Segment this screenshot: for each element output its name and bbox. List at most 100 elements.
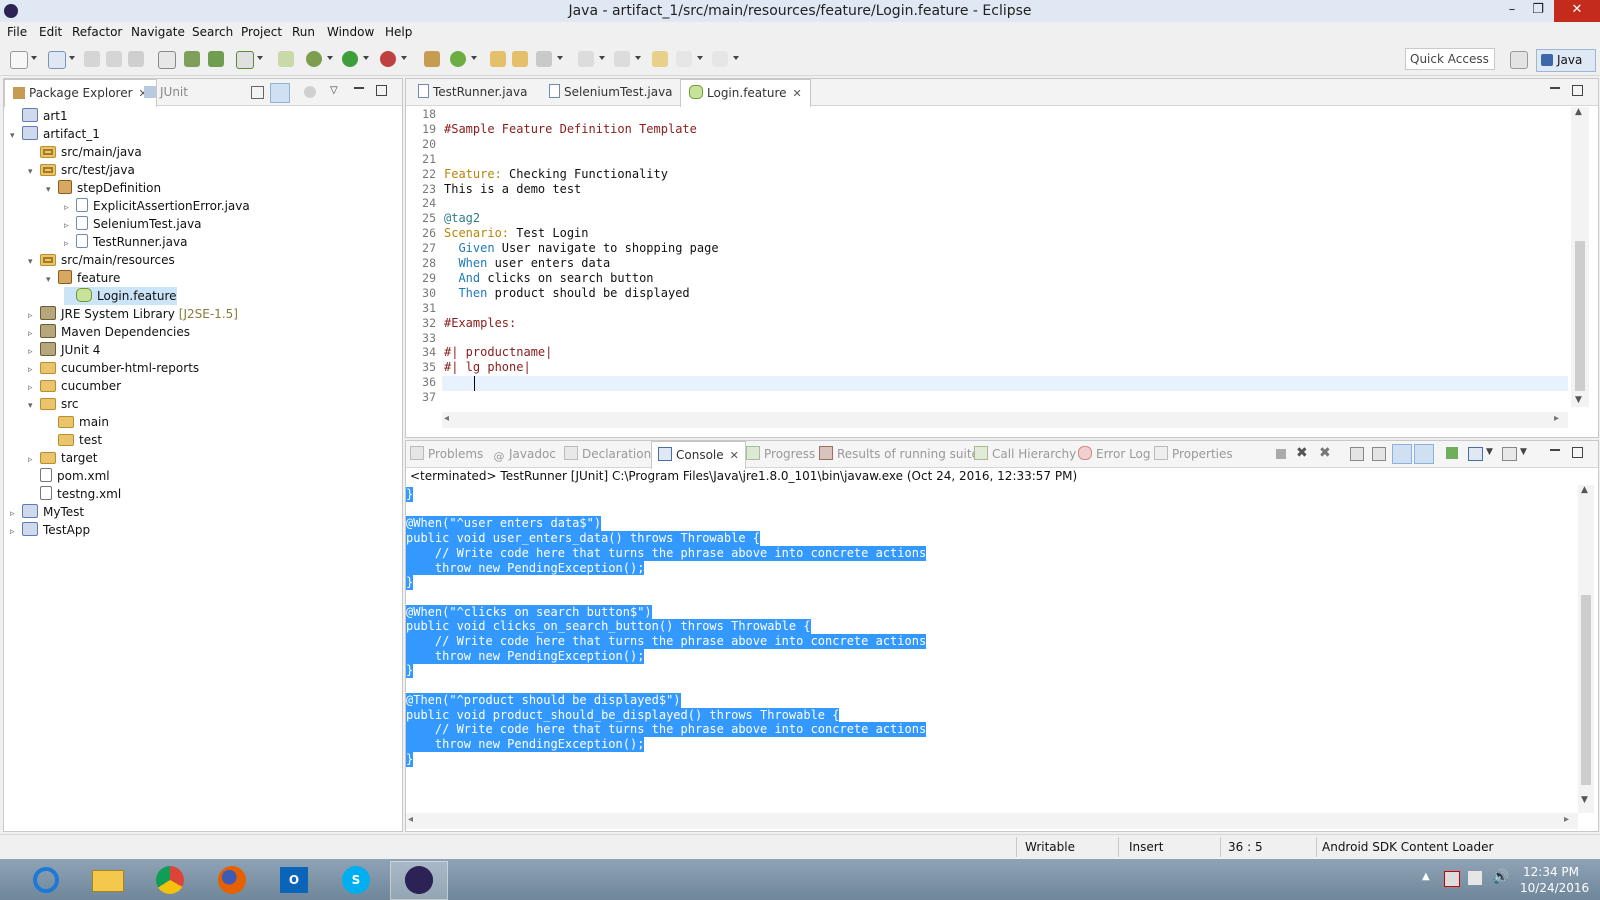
remove-launch-icon[interactable]: ✖ [1296, 445, 1308, 461]
open-folder-icon[interactable] [512, 51, 528, 67]
display-selected-console-icon[interactable] [1468, 447, 1483, 461]
show-on-stderr-icon[interactable] [1414, 444, 1434, 464]
maximize-view-icon[interactable] [1572, 85, 1583, 96]
chevron-up-icon[interactable]: ▲ [1581, 485, 1588, 495]
tree-item[interactable]: ▹ TestApp [10, 521, 90, 539]
expanded-arrow-icon[interactable]: ▾ [28, 397, 40, 415]
chevron-right-icon[interactable]: ▸ [1554, 413, 1559, 424]
editor-vertical-scrollbar[interactable]: ▲ ▼ [1571, 107, 1589, 407]
next-annotation-icon[interactable] [578, 51, 594, 67]
close-button[interactable]: ✕ [1554, 0, 1600, 22]
minimize-view-icon[interactable] [354, 87, 364, 89]
clock-time[interactable]: 12:34 PM [1523, 865, 1579, 879]
tab-declaration[interactable]: Declaration [564, 441, 651, 467]
tree-item[interactable]: ▹ JUnit 4 [28, 341, 100, 359]
chevron-up-icon[interactable]: ▲ [1575, 107, 1582, 117]
firefox-icon[interactable] [204, 861, 260, 898]
skip-breakpoints-icon[interactable] [158, 51, 176, 69]
close-icon[interactable]: ✕ [730, 449, 739, 462]
maximize-view-icon[interactable] [1572, 447, 1583, 458]
chevron-down-icon[interactable]: ▽ [330, 85, 338, 96]
new-icon[interactable] [10, 51, 28, 69]
minimize-view-icon[interactable] [1550, 449, 1560, 451]
chevron-right-icon[interactable]: ▸ [1564, 814, 1569, 825]
chevron-down-icon[interactable]: ▼ [1520, 447, 1527, 457]
tab-problems[interactable]: Problems [410, 441, 483, 467]
tab-javadoc[interactable]: @ Javadoc [493, 441, 556, 467]
chevron-left-icon[interactable]: ◂ [444, 413, 449, 424]
tree-item[interactable]: ▾ stepDefinition [46, 179, 161, 197]
open-type-icon[interactable] [490, 51, 506, 67]
tree-item[interactable]: ▹ target [28, 449, 98, 467]
internet-explorer-icon[interactable] [18, 861, 74, 898]
run-coverage-icon[interactable] [380, 51, 396, 67]
menu-search[interactable]: Search [192, 25, 233, 39]
tab-testrunner[interactable]: TestRunner.java [412, 79, 533, 105]
expanded-arrow-icon[interactable]: ▾ [10, 127, 22, 145]
tree-item[interactable]: pom.xml [28, 467, 110, 485]
menu-edit[interactable]: Edit [39, 25, 62, 39]
new-package-icon[interactable] [424, 51, 440, 67]
tree-item[interactable]: ▹ TestRunner.java [64, 233, 187, 251]
collapse-all-icon[interactable] [251, 86, 264, 99]
restore-button[interactable]: ❐ [1524, 0, 1552, 22]
status-background-task[interactable]: Android SDK Content Loader [1322, 840, 1493, 854]
tab-error-log[interactable]: Error Log [1078, 441, 1151, 467]
clear-console-icon[interactable] [1350, 447, 1364, 461]
minimize-button[interactable]: – [1498, 0, 1526, 22]
console-horizontal-scrollbar[interactable]: ◂ ▸ [406, 813, 1578, 829]
menu-navigate[interactable]: Navigate [131, 25, 185, 39]
scroll-thumb[interactable] [1575, 241, 1585, 391]
scroll-lock-icon[interactable] [1372, 447, 1386, 461]
tree-item[interactable]: ▹ cucumber [28, 377, 121, 395]
tree-item[interactable]: ▾ feature [46, 269, 120, 287]
tree-item[interactable]: ▹ JRE System Library [J2SE-1.5] [28, 305, 238, 323]
console-vertical-scrollbar[interactable]: ▲ ▼ [1578, 485, 1594, 813]
tree-item[interactable]: ▹ Maven Dependencies [28, 323, 190, 341]
tree-item[interactable]: art1 [10, 107, 68, 125]
tree-item[interactable]: ▾ artifact_1 [10, 125, 100, 143]
tab-progress[interactable]: Progress [746, 441, 815, 467]
chevron-down-icon[interactable]: ▼ [1575, 395, 1582, 405]
close-icon[interactable]: ✕ [793, 87, 802, 100]
skype-icon[interactable]: S [328, 861, 384, 898]
open-console-icon[interactable] [1502, 447, 1517, 461]
forward-icon[interactable] [712, 51, 728, 67]
save-icon[interactable] [84, 51, 100, 67]
menu-refactor[interactable]: Refactor [72, 25, 122, 39]
tab-login-feature[interactable]: Login.feature ✕ [680, 79, 811, 107]
eclipse-icon[interactable] [390, 861, 448, 900]
run-icon[interactable] [342, 51, 358, 67]
tree-item[interactable]: ▹ SeleniumTest.java [64, 215, 202, 233]
menu-file[interactable]: File [7, 25, 27, 39]
tree-item[interactable]: ▾ src/test/java [28, 161, 135, 179]
maximize-view-icon[interactable] [376, 85, 387, 96]
expanded-arrow-icon[interactable]: ▾ [46, 181, 58, 199]
show-on-stdout-icon[interactable] [1392, 444, 1412, 464]
pin-console-icon[interactable] [1446, 447, 1458, 459]
back-icon[interactable] [676, 51, 692, 67]
chevron-down-icon[interactable]: ▼ [1581, 795, 1588, 805]
tree-item[interactable]: main [46, 413, 109, 431]
print-icon[interactable] [128, 51, 144, 67]
tree-item[interactable]: test [46, 431, 102, 449]
chevron-left-icon[interactable]: ◂ [408, 814, 413, 825]
testng-icon[interactable] [236, 51, 254, 69]
tab-properties[interactable]: Properties [1154, 441, 1233, 467]
file-explorer-icon[interactable] [80, 861, 136, 898]
menu-help[interactable]: Help [385, 25, 412, 39]
scroll-thumb[interactable] [1581, 595, 1591, 785]
tree-item[interactable]: Login.feature [64, 287, 177, 305]
tab-call-hierarchy[interactable]: Call Hierarchy [974, 441, 1076, 467]
clock-date[interactable]: 10/24/2016 [1520, 881, 1589, 895]
tree-item[interactable]: ▹ cucumber-html-reports [28, 359, 199, 377]
minimize-view-icon[interactable] [1550, 87, 1560, 89]
collapsed-arrow-icon[interactable]: ▹ [10, 523, 22, 541]
tree-item[interactable]: ▾ src [28, 395, 79, 413]
prev-annotation-icon[interactable] [614, 51, 630, 67]
search-tool-icon[interactable] [536, 51, 552, 67]
show-hidden-icons-icon[interactable]: ▲ [1422, 871, 1430, 882]
maven-icon[interactable] [184, 51, 200, 67]
menu-window[interactable]: Window [327, 25, 374, 39]
save-all-icon[interactable] [106, 51, 122, 67]
